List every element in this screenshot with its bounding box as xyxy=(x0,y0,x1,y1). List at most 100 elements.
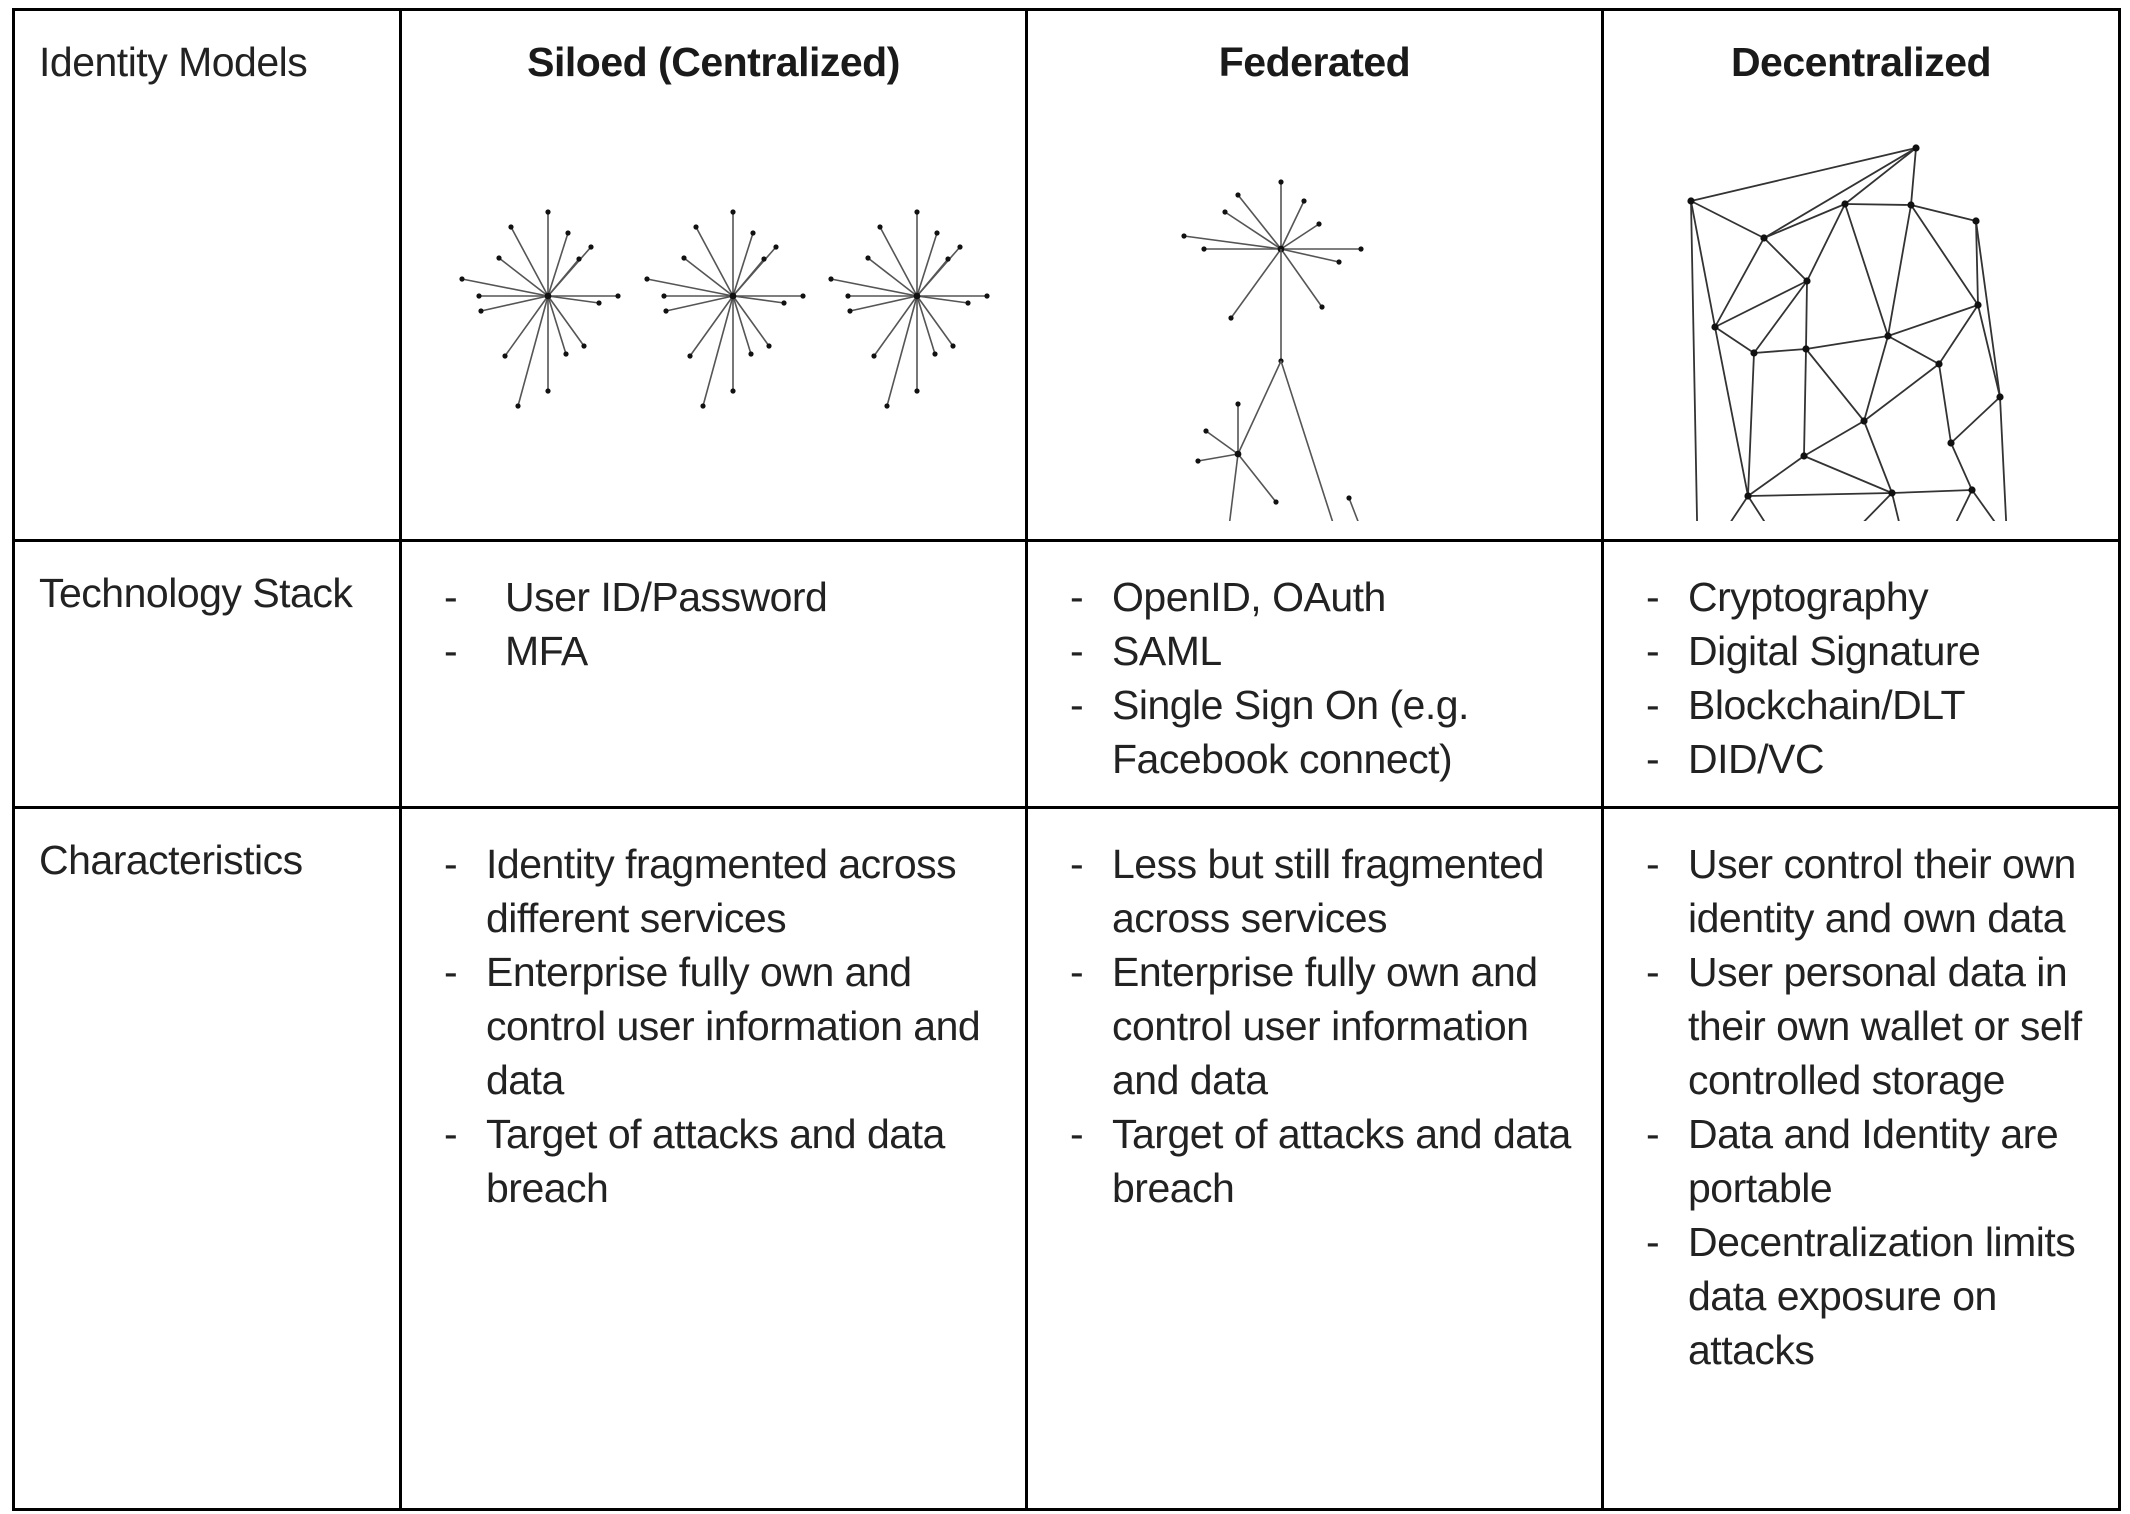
network-edge xyxy=(1237,194,1282,250)
mesh-node xyxy=(1947,439,1955,447)
bullet-dash: - xyxy=(444,628,458,674)
network-node xyxy=(1336,259,1342,265)
network-hub-node xyxy=(544,292,552,300)
bullet-dash: - xyxy=(1070,574,1084,620)
mesh-edge xyxy=(1803,348,1807,457)
mesh-node xyxy=(1888,489,1896,497)
network-node xyxy=(687,353,693,359)
list-item-text: Target of attacks and data breach xyxy=(486,1111,945,1211)
network-node xyxy=(932,351,938,357)
mesh-edge xyxy=(1714,237,1765,328)
network-node xyxy=(1228,315,1234,321)
network-node xyxy=(693,224,699,230)
network-node xyxy=(945,256,951,262)
mesh-node xyxy=(1968,486,1976,494)
list-item-text: MFA xyxy=(505,628,588,674)
network-node xyxy=(1301,198,1307,204)
list-item-text: Data and Identity are portable xyxy=(1688,1111,2059,1211)
network-node xyxy=(615,293,621,299)
network-node xyxy=(730,209,736,215)
mesh-edge xyxy=(1805,348,1865,422)
header-row: Identity Models Siloed (Centralized) Fed… xyxy=(12,8,2121,542)
list-item-text: SAML xyxy=(1112,628,1222,674)
list-item-text: DID/VC xyxy=(1688,736,1824,782)
bullet-dash: - xyxy=(1070,628,1084,674)
list-item: - Target of attacks and data breach xyxy=(402,1107,1015,1215)
list-item-text: Less but still fragmented across service… xyxy=(1112,841,1544,941)
network-edge xyxy=(695,226,734,297)
list-item-text: Enterprise fully own and control user in… xyxy=(1112,949,1538,1103)
network-edge xyxy=(732,232,754,297)
corner-cell: Identity Models xyxy=(12,8,402,542)
network-node xyxy=(700,403,706,409)
network-node xyxy=(1346,495,1352,501)
mesh-edge xyxy=(1747,455,1805,497)
network-edge xyxy=(916,295,969,304)
network-node xyxy=(563,351,569,357)
header-cell-decentralized: Decentralized xyxy=(1601,8,2121,542)
technology-stack-row: Technology Stack - User ID/Password - MFA -… xyxy=(12,539,2121,809)
network-node xyxy=(865,255,871,261)
list-item: - MFA xyxy=(402,624,1015,678)
char-decentralized-list: - User control their own identity and own… xyxy=(1604,809,2118,1377)
row-label-cell: Characteristics xyxy=(12,806,402,1511)
network-node xyxy=(545,388,551,394)
mesh-node xyxy=(1974,301,1982,309)
row-label-cell: Technology Stack xyxy=(12,539,402,809)
network-edge xyxy=(1230,248,1282,319)
bullet-dash: - xyxy=(1070,949,1084,995)
mesh-edge xyxy=(1863,335,1889,422)
network-edge xyxy=(732,295,785,304)
bullet-dash: - xyxy=(1646,949,1660,995)
network-edge xyxy=(461,278,549,297)
header-cell-federated: Federated xyxy=(1025,8,1604,542)
bullet-dash: - xyxy=(1646,841,1660,887)
corner-label: Identity Models xyxy=(39,39,308,85)
network-edge xyxy=(830,278,918,297)
network-node xyxy=(508,224,514,230)
list-item-text: Single Sign On (e.g. Facebook connect) xyxy=(1112,682,1469,782)
network-node xyxy=(661,293,667,299)
list-item-text: Enterprise fully own and control user in… xyxy=(486,949,981,1103)
list-item-text: User ID/Password xyxy=(505,574,828,620)
network-node xyxy=(496,255,502,261)
network-node xyxy=(1222,209,1228,215)
network-node xyxy=(596,300,602,306)
network-hub-node xyxy=(913,292,921,300)
mesh-node xyxy=(1687,197,1695,205)
network-node xyxy=(730,388,736,394)
list-item: - SAML xyxy=(1028,624,1591,678)
mesh-edge xyxy=(1805,335,1889,350)
list-item: - User control their own identity and own… xyxy=(1604,837,2108,945)
tech-decentralized-list: - Cryptography - Digital Signature - Blockcha… xyxy=(1604,542,2118,786)
network-node xyxy=(934,230,940,236)
mesh-edge xyxy=(1730,495,1749,521)
network-node xyxy=(1181,233,1187,239)
network-node xyxy=(1316,221,1322,227)
network-node xyxy=(871,353,877,359)
bullet-dash: - xyxy=(444,574,458,620)
network-edge xyxy=(547,295,567,355)
row-label-technology-stack: Technology Stack xyxy=(39,570,353,616)
network-node xyxy=(515,403,521,409)
network-edge xyxy=(1280,248,1323,308)
list-item-text: Decentralization limits data exposure on… xyxy=(1688,1219,2076,1373)
mesh-node xyxy=(1996,393,2004,401)
network-node xyxy=(847,308,853,314)
network-edge xyxy=(498,257,549,297)
mesh-edge xyxy=(1844,203,1912,206)
list-item-text: Cryptography xyxy=(1688,574,1929,620)
network-edge xyxy=(1224,211,1282,250)
network-edge xyxy=(1237,360,1282,455)
network-node xyxy=(984,293,990,299)
list-item-text: Digital Signature xyxy=(1688,628,1981,674)
network-edge xyxy=(1228,453,1239,521)
network-node xyxy=(588,244,594,250)
mesh-edge xyxy=(1803,455,1893,494)
characteristics-row: Characteristics - Identity fragmented acr… xyxy=(12,806,2121,1511)
network-edge xyxy=(547,258,580,297)
char-decentralized-cell: - User control their own identity and own… xyxy=(1601,806,2121,1511)
column-title-federated: Federated xyxy=(1218,39,1411,85)
network-node xyxy=(1278,179,1284,185)
bullet-dash: - xyxy=(444,1111,458,1157)
